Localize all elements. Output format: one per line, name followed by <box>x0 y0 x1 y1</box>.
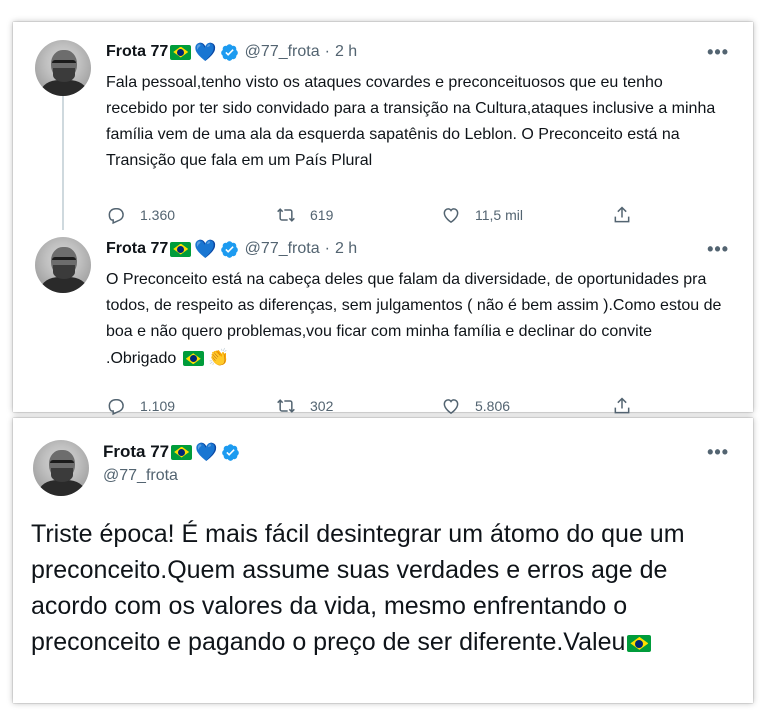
share-icon <box>614 206 630 223</box>
featured-tweet-card[interactable]: Frota 77 💙 @77_frota ••• Triste época! É… <box>13 418 753 703</box>
reply-icon <box>108 208 124 225</box>
reply-count: 1.360 <box>140 207 176 223</box>
tweet-timestamp[interactable]: 2 h <box>335 239 357 259</box>
separator-dot: · <box>324 43 330 60</box>
blue-heart-icon: 💙 <box>195 442 218 462</box>
retweet-count: 619 <box>310 207 334 223</box>
author-name[interactable]: Frota 77 <box>103 442 169 462</box>
tweet-header: Frota 77 💙 @77_frota · 2 h <box>106 239 357 259</box>
avatar[interactable] <box>33 440 89 496</box>
retweet-count: 302 <box>310 398 334 414</box>
author-handle[interactable]: @77_frota <box>245 239 320 259</box>
reply-button[interactable]: 1.109 <box>106 396 175 416</box>
tweet-text-block: Triste época! É mais fácil desintegrar u… <box>31 516 741 660</box>
author-handle[interactable]: @77_frota <box>103 467 178 485</box>
like-heart-icon <box>443 208 459 223</box>
tweet-header: Frota 77 💙 <box>103 442 240 462</box>
author-handle[interactable]: @77_frota <box>245 42 320 62</box>
reply-count: 1.109 <box>140 398 176 414</box>
tweet-header: Frota 77 💙 @77_frota · 2 h <box>106 42 357 62</box>
clapping-hands-icon: 👏 <box>208 348 230 367</box>
retweet-button[interactable]: 302 <box>276 396 333 416</box>
like-count: 5.806 <box>475 398 511 414</box>
blue-heart-icon: 💙 <box>194 239 217 259</box>
retweet-icon <box>277 399 295 413</box>
tweet-actions: 1.109 302 5.806 <box>106 395 666 417</box>
tweet-thread-card: Frota 77 💙 @77_frota · 2 h ••• Fala pess… <box>13 22 753 416</box>
reply-icon <box>108 399 124 416</box>
avatar[interactable] <box>35 40 91 96</box>
share-icon <box>614 397 630 414</box>
tweet-text: Triste época! É mais fácil desintegrar u… <box>31 520 685 656</box>
like-button[interactable]: 5.806 <box>441 396 510 416</box>
retweet-icon <box>277 208 295 222</box>
verified-badge-icon <box>221 443 239 461</box>
thread-connector-line <box>62 82 64 230</box>
more-options-icon[interactable]: ••• <box>707 442 729 463</box>
author-name[interactable]: Frota 77 <box>106 42 168 62</box>
share-button[interactable] <box>612 396 632 416</box>
tweet-actions: 1.360 619 11,5 mil <box>106 204 666 226</box>
author-name[interactable]: Frota 77 <box>106 239 168 259</box>
more-options-icon[interactable]: ••• <box>707 42 729 63</box>
separator-dot: · <box>324 240 330 257</box>
retweet-button[interactable]: 619 <box>276 205 333 225</box>
brazil-flag-icon <box>182 351 204 367</box>
blue-heart-icon: 💙 <box>194 42 217 62</box>
like-button[interactable]: 11,5 mil <box>441 205 523 225</box>
like-heart-icon <box>443 399 459 414</box>
like-count: 11,5 mil <box>475 207 523 223</box>
brazil-flag-icon <box>627 634 652 652</box>
share-button[interactable] <box>612 205 632 225</box>
tweet-text: Fala pessoal,tenho visto os ataques cova… <box>106 74 716 169</box>
verified-badge-icon <box>220 43 238 61</box>
brazil-flag-icon <box>170 241 192 257</box>
tweet-text-block: O Preconceito está na cabeça deles que f… <box>106 267 726 372</box>
verified-badge-icon <box>220 240 238 258</box>
tweet-timestamp[interactable]: 2 h <box>335 42 357 62</box>
brazil-flag-icon <box>170 44 192 60</box>
brazil-flag-icon <box>171 444 193 460</box>
more-options-icon[interactable]: ••• <box>707 239 729 260</box>
avatar[interactable] <box>35 237 91 293</box>
reply-button[interactable]: 1.360 <box>106 205 175 225</box>
